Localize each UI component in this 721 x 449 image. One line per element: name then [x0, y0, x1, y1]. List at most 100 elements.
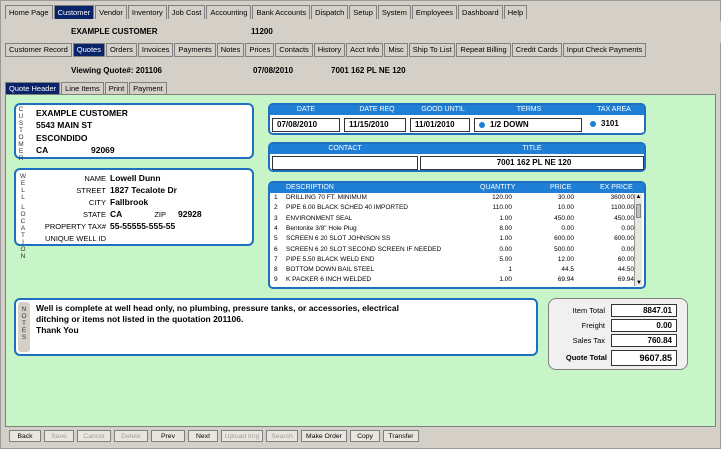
subtab-credit-cards[interactable]: Credit Cards: [511, 43, 562, 57]
contact-box: CONTACT TITLE 7001 162 PL NE 120: [268, 142, 646, 172]
menu-dispatch[interactable]: Dispatch: [311, 5, 349, 19]
table-row[interactable]: 5 SCREEN 6 20 SLOT JOHNSON SS 1.00 600.00 60…: [272, 235, 634, 245]
well-city[interactable]: Fallbrook: [110, 197, 148, 207]
title-field[interactable]: 7001 162 PL NE 120: [420, 156, 644, 170]
line-items-scrollbar[interactable]: ▲ ▼: [634, 194, 642, 286]
transfer-button[interactable]: Transfer: [383, 430, 419, 442]
subtab-orders[interactable]: Orders: [105, 43, 137, 57]
make-order-button[interactable]: Make Order: [301, 430, 347, 442]
terms-dropdown-icon[interactable]: [479, 121, 485, 128]
subtab-contacts[interactable]: Contacts: [275, 43, 313, 57]
customer-box: CUSTOMER EXAMPLE CUSTOMER 5543 MAIN ST E…: [14, 103, 254, 162]
line-price: 500.00: [554, 245, 574, 253]
copy-button[interactable]: Copy: [350, 430, 380, 442]
customer-street: 5543 MAIN ST: [36, 120, 93, 130]
prev-button[interactable]: Prev: [151, 430, 185, 442]
notes-line-3[interactable]: Thank You: [36, 325, 79, 335]
action-buttons: Back Save Cancel Delete Prev Next Upload Img Se…: [9, 430, 422, 442]
subtab-prices[interactable]: Prices: [245, 43, 275, 57]
upload-img-button: Upload Img: [221, 430, 263, 442]
subtab-history[interactable]: History: [313, 43, 346, 57]
line-description: SCREEN 6 20 SLOT JOHNSON SS: [286, 235, 391, 243]
back-button[interactable]: Back: [9, 430, 41, 442]
table-row[interactable]: 8 BOTTOM DOWN BAIL STEEL 1 44.5 44.50: [272, 266, 634, 276]
line-quantity: 120.00: [492, 194, 512, 201]
quote-date: 07/08/2010: [253, 66, 294, 75]
well-location-box: WELLLOCATION NAME Lowell Dunn STREET 182…: [14, 168, 254, 260]
subtab-misc[interactable]: Misc: [384, 43, 408, 57]
menu-system[interactable]: System: [377, 5, 411, 19]
table-row[interactable]: 1 DRILLING 70 FT. MINIMUM 120.00 30.00 3600.…: [272, 194, 634, 204]
line-price: 0.00: [561, 224, 574, 232]
menu-accounting[interactable]: Accounting: [206, 5, 252, 19]
subtab-quotes[interactable]: Quotes: [72, 43, 105, 57]
notes-line-2[interactable]: ditching or items not listed in the quot…: [36, 314, 243, 324]
terms-field[interactable]: 1/2 DOWN: [474, 118, 582, 132]
subtab-customer-record[interactable]: Customer Record: [5, 43, 72, 57]
line-price: 12.00: [557, 255, 574, 263]
menu-dashboard[interactable]: Dashboard: [458, 5, 503, 19]
menu-help[interactable]: Help: [503, 5, 528, 19]
customer-state: CA: [36, 145, 49, 155]
menu-customer[interactable]: Customer: [53, 5, 95, 19]
tax-area-field[interactable]: 3101: [586, 118, 644, 132]
good-until-field[interactable]: 11/01/2010: [410, 118, 470, 132]
table-row[interactable]: 2 PIPE 6.00 BLACK SCHED 40 IMPORTED 110.00…: [272, 204, 634, 214]
terms-value: 1/2 DOWN: [490, 120, 529, 129]
menu-bank-accounts[interactable]: Bank Accounts: [252, 5, 311, 19]
line-price: 30.00: [557, 194, 574, 201]
line-quantity: 0.00: [499, 245, 512, 253]
table-row[interactable]: 7 PIPE 5.50 BLACK WELD END 5.00 12.00 60.00: [272, 256, 634, 266]
subtab-notes[interactable]: Notes: [216, 43, 245, 57]
line-ex-price: 60.00: [617, 255, 634, 263]
line-quantity: 110.00: [492, 204, 512, 212]
menu-employees[interactable]: Employees: [411, 5, 458, 19]
freight-label: Freight: [581, 321, 605, 330]
table-row[interactable]: 9 K PACKER 6 INCH WELDED 1.00 69.94 69.94: [272, 276, 634, 286]
subtab-payments[interactable]: Payments: [174, 43, 216, 57]
tax-area-label: TAX AREA: [584, 105, 644, 115]
viewing-quote: Viewing Quote#: 201106: [71, 66, 163, 75]
menu-inventory[interactable]: Inventory: [127, 5, 167, 19]
date-req-label: DATE REQ: [342, 105, 412, 115]
contact-field[interactable]: [272, 156, 418, 170]
subtab-repeat-billing[interactable]: Repeat Billing: [456, 43, 511, 57]
scroll-up-icon[interactable]: ▲: [635, 194, 642, 200]
line-description: DRILLING 70 FT. MINIMUM: [286, 194, 367, 201]
cancel-button: Cancel: [77, 430, 111, 442]
table-row[interactable]: 6 SCREEN 6 20 SLOT SECOND SCREEN IF NEEDE…: [272, 246, 634, 256]
well-city-label: CITY: [88, 198, 106, 207]
subtab-ship-to-list[interactable]: Ship To List: [408, 43, 456, 57]
line-ex-price: 3600.00: [610, 194, 635, 201]
subtab-acct-info[interactable]: Acct Info: [346, 43, 384, 57]
well-zip[interactable]: 92928: [178, 209, 202, 219]
line-ex-price: 44.50: [617, 266, 634, 274]
menu-home-page[interactable]: Home Page: [5, 5, 53, 19]
subtab-input-check-payments[interactable]: Input Check Payments: [562, 43, 647, 57]
tax-area-dropdown-icon[interactable]: [590, 120, 596, 127]
subtab-invoices[interactable]: Invoices: [137, 43, 174, 57]
well-state[interactable]: CA: [110, 209, 122, 219]
table-row[interactable]: 4 Bentonite 3/8" Hole Plug 8.00 0.00 0.00: [272, 225, 634, 235]
menu-setup[interactable]: Setup: [349, 5, 377, 19]
scroll-down-icon[interactable]: ▼: [635, 280, 643, 286]
scroll-thumb[interactable]: [636, 204, 641, 218]
property-tax[interactable]: 55-55555-555-55: [110, 221, 175, 231]
table-row[interactable]: 3 ENVIRONMENT SEAL 1.00 450.00 450.00: [272, 215, 634, 225]
line-number: 8: [274, 266, 278, 274]
menu-vendor[interactable]: Vendor: [95, 5, 127, 19]
date-field[interactable]: 07/08/2010: [272, 118, 340, 132]
notes-box: NOTES Well is complete at well head only…: [14, 298, 538, 356]
app-window: Home Page Customer Vendor Inventory Job Cost…: [0, 0, 721, 449]
dates-box: DATE DATE REQ GOOD UNTIL TERMS TAX AREA …: [268, 103, 646, 135]
well-street[interactable]: 1827 Tecalote Dr: [110, 185, 177, 195]
line-quantity: 1.00: [499, 235, 512, 243]
date-req-field[interactable]: 11/15/2010: [344, 118, 406, 132]
well-name[interactable]: Lowell Dunn: [110, 173, 161, 183]
notes-line-1[interactable]: Well is complete at well head only, no p…: [36, 303, 399, 313]
freight-value[interactable]: 0.00: [611, 319, 677, 332]
next-button[interactable]: Next: [188, 430, 218, 442]
header-customer-id: 11200: [251, 27, 273, 36]
menu-job-cost[interactable]: Job Cost: [167, 5, 206, 19]
line-number: 6: [274, 245, 278, 253]
